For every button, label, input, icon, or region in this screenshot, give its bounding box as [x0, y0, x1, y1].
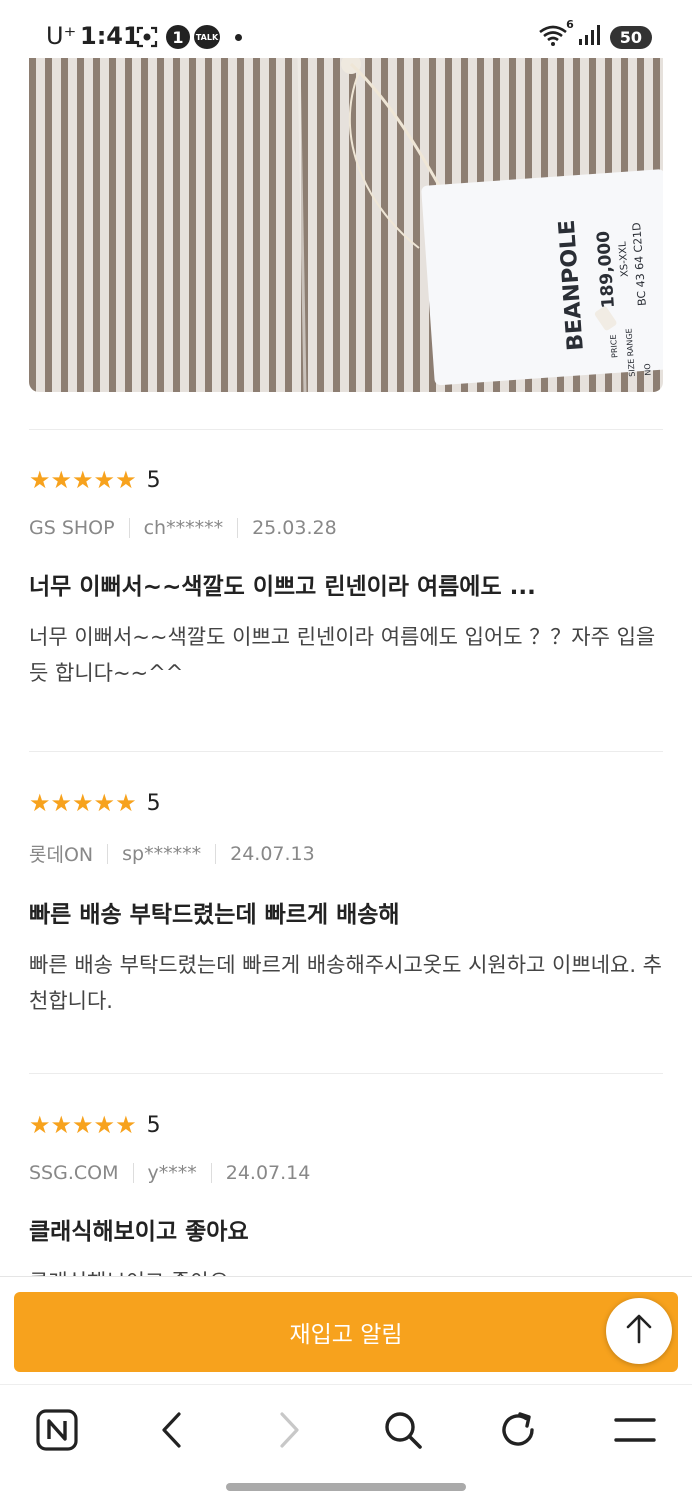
signal-icon — [578, 24, 600, 50]
status-right-icons: 6 50 — [538, 18, 652, 50]
back-button[interactable] — [147, 1407, 197, 1457]
review-meta: SSG.COM y**** 24.07.14 — [29, 1162, 663, 1184]
review-meta: 롯데ON sp****** 24.07.13 — [29, 840, 663, 867]
review-item[interactable]: ★★★★★ 5 SSG.COM y**** 24.07.14 클래식해보이고 좋… — [29, 1110, 663, 1300]
review-body: 빠른 배송 부탁드렸는데 빠르게 배송해주시고옷도 시원하고 이쁘네요. 추천합… — [29, 953, 662, 1013]
search-icon — [383, 1410, 423, 1454]
notification-badge: 1 — [166, 25, 190, 49]
wifi-badge: 6 — [566, 18, 574, 31]
review-source: GS SHOP — [29, 517, 115, 539]
review-title: 클래식해보이고 좋아요 — [29, 1219, 249, 1245]
rating-row: ★★★★★ 5 — [29, 1110, 663, 1140]
carrier-label: U⁺ — [46, 22, 77, 50]
divider — [29, 751, 663, 752]
review-body: 너무 이뻐서~~색깔도 이쁘고 린넨이라 여름에도 입어도 ？？자주 입을듯 합… — [29, 625, 656, 685]
home-indicator — [226, 1483, 466, 1491]
review-date: 24.07.14 — [225, 1162, 311, 1184]
rating-row: ★★★★★ 5 — [29, 465, 663, 495]
status-bar: U⁺ 1:41 1 TALK 6 50 — [0, 0, 692, 58]
meta-separator — [237, 518, 239, 538]
divider — [29, 1073, 663, 1074]
meta-separator — [132, 1163, 134, 1183]
star-rating-icons: ★★★★★ — [29, 466, 137, 494]
forward-button[interactable] — [264, 1407, 314, 1457]
review-user: sp****** — [122, 842, 202, 865]
review-item[interactable]: ★★★★★ 5 롯데ON sp****** 24.07.13 빠른 배송 부탁드… — [29, 788, 663, 1019]
refresh-icon — [498, 1410, 538, 1454]
meta-separator — [128, 518, 130, 538]
naver-home-button[interactable] — [32, 1407, 82, 1457]
sticky-action-bar: 재입고 알림 — [0, 1276, 692, 1385]
rating-score: 5 — [146, 467, 161, 493]
review-title: 너무 이뻐서~~색깔도 이쁘고 린넨이라 여름에도 ... — [29, 574, 536, 600]
rating-score: 5 — [146, 1112, 161, 1138]
meta-separator — [210, 1163, 212, 1183]
rating-score: 5 — [146, 790, 161, 816]
rating-row: ★★★★★ 5 — [29, 788, 663, 818]
review-source: SSG.COM — [29, 1162, 119, 1184]
review-source: 롯데ON — [29, 844, 94, 866]
kakaotalk-icon: TALK — [194, 25, 220, 49]
screenshot-icon — [136, 26, 158, 52]
arrow-up-icon — [625, 1314, 653, 1348]
review-photo[interactable]: BEANPOLE 189,000 XS-XXL BC 43 64 C21D PR… — [29, 58, 663, 392]
refresh-button[interactable] — [493, 1407, 543, 1457]
battery-indicator: 50 — [609, 25, 652, 49]
restock-alert-button[interactable]: 재입고 알림 — [14, 1292, 678, 1372]
review-meta: GS SHOP ch****** 25.03.28 — [29, 517, 663, 539]
back-icon — [159, 1411, 185, 1453]
dot-icon — [235, 34, 242, 41]
star-rating-icons: ★★★★★ — [29, 1111, 137, 1139]
review-user: ch****** — [143, 517, 224, 539]
review-title: 빠른 배송 부탁드렸는데 빠르게 배송해 — [29, 902, 400, 928]
status-time: 1:41 — [80, 22, 140, 50]
menu-button[interactable] — [610, 1407, 660, 1457]
wifi-icon: 6 — [538, 18, 574, 50]
review-date: 24.07.13 — [230, 842, 315, 865]
naver-n-icon — [36, 1409, 78, 1455]
forward-icon — [276, 1411, 302, 1453]
review-item[interactable]: ★★★★★ 5 GS SHOP ch****** 25.03.28 너무 이뻐서… — [29, 465, 663, 691]
divider — [29, 429, 663, 430]
tag-price-label: PRICE — [609, 334, 620, 358]
meta-separator — [107, 843, 109, 864]
star-rating-icons: ★★★★★ — [29, 789, 137, 817]
review-date: 25.03.28 — [252, 517, 337, 539]
menu-icon — [614, 1415, 656, 1449]
scroll-to-top-button[interactable] — [606, 1298, 672, 1364]
meta-separator — [215, 843, 217, 864]
tag-no-label: NO — [643, 363, 653, 376]
search-button[interactable] — [378, 1407, 428, 1457]
review-user: y**** — [147, 1162, 197, 1184]
